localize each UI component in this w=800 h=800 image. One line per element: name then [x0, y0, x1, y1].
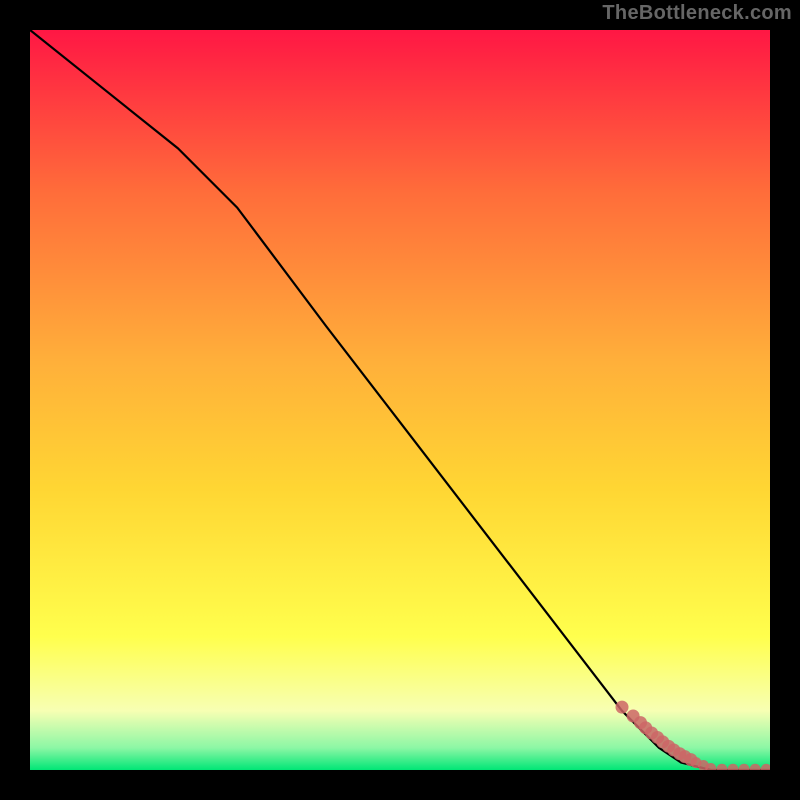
plot-area [30, 30, 770, 770]
chart-stage: TheBottleneck.com [0, 0, 800, 800]
attribution-label: TheBottleneck.com [602, 2, 792, 25]
plot-svg [30, 30, 770, 770]
gradient-background [30, 30, 770, 770]
data-point [616, 701, 629, 714]
